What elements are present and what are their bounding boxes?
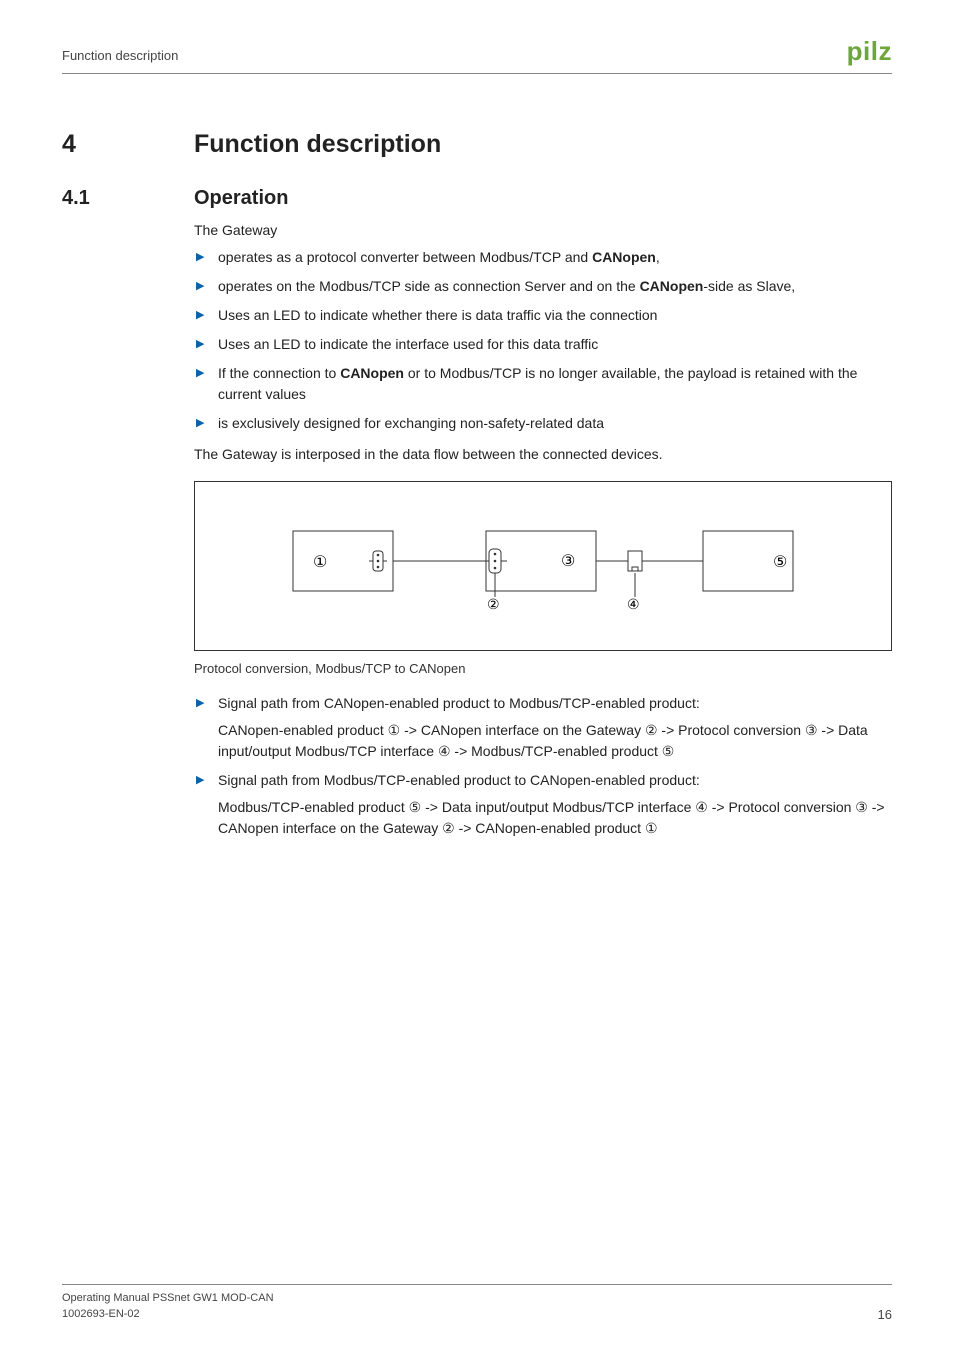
footer-doc-title: Operating Manual PSSnet GW1 MOD-CAN xyxy=(62,1291,274,1306)
list-item-body: Modbus/TCP-enabled product ⑤ -> Data inp… xyxy=(218,797,892,839)
bullet-list-b: Signal path from CANopen-enabled product… xyxy=(194,693,892,839)
diagram-svg: ① xyxy=(283,511,803,621)
list-item: operates as a protocol converter between… xyxy=(194,247,892,268)
section-heading: 4.1 Operation xyxy=(62,187,892,210)
page-footer: Operating Manual PSSnet GW1 MOD-CAN 1002… xyxy=(62,1284,892,1322)
text-span: -side as Slave, xyxy=(703,278,795,294)
section-title: Operation xyxy=(194,187,288,210)
list-item: operates on the Modbus/TCP side as conne… xyxy=(194,276,892,297)
list-item: is exclusively designed for exchanging n… xyxy=(194,413,892,434)
running-header-left: Function description xyxy=(62,48,178,63)
list-item-lead: Signal path from CANopen-enabled product… xyxy=(218,693,892,714)
running-header: Function description pilz xyxy=(62,36,892,67)
diagram-label-3: ③ xyxy=(561,553,575,570)
brand-logo: pilz xyxy=(847,36,892,67)
bold-term: CANopen xyxy=(640,278,704,294)
diagram-label-1: ① xyxy=(313,554,327,571)
body-text: The Gateway operates as a protocol conve… xyxy=(194,220,892,839)
list-item: Signal path from Modbus/TCP-enabled prod… xyxy=(194,770,892,839)
list-item: Uses an LED to indicate whether there is… xyxy=(194,305,892,326)
protocol-diagram: ① xyxy=(194,481,892,651)
chapter-title: Function description xyxy=(194,130,441,159)
diagram-label-2: ② xyxy=(487,596,500,612)
section-number: 4.1 xyxy=(62,187,194,210)
diagram-label-4: ④ xyxy=(627,596,640,612)
footer-doc-id: 1002693-EN-02 xyxy=(62,1307,274,1322)
bold-term: CANopen xyxy=(592,249,656,265)
bold-term: CANopen xyxy=(340,365,404,381)
text-span: If the connection to xyxy=(218,365,340,381)
page-number: 16 xyxy=(878,1307,892,1322)
text-span: is exclusively designed for exchanging n… xyxy=(218,415,604,431)
text-span: operates as a protocol converter between… xyxy=(218,249,592,265)
bullet-list-a: operates as a protocol converter between… xyxy=(194,247,892,434)
list-item: Uses an LED to indicate the interface us… xyxy=(194,334,892,355)
list-item-body: CANopen-enabled product ① -> CANopen int… xyxy=(218,720,892,762)
text-span: Uses an LED to indicate whether there is… xyxy=(218,307,657,323)
footer-left: Operating Manual PSSnet GW1 MOD-CAN 1002… xyxy=(62,1291,274,1322)
chapter-heading: 4 Function description xyxy=(62,130,892,159)
text-span: operates on the Modbus/TCP side as conne… xyxy=(218,278,640,294)
chapter-number: 4 xyxy=(62,130,194,159)
text-span: Uses an LED to indicate the interface us… xyxy=(218,336,598,352)
list-item: Signal path from CANopen-enabled product… xyxy=(194,693,892,762)
diagram-label-5: ⑤ xyxy=(773,554,787,571)
figure-caption: Protocol conversion, Modbus/TCP to CANop… xyxy=(194,659,892,679)
list-item: If the connection to CANopen or to Modbu… xyxy=(194,363,892,405)
page-content: 4 Function description 4.1 Operation The… xyxy=(62,74,892,1284)
intro-line: The Gateway xyxy=(194,220,892,241)
paragraph: The Gateway is interposed in the data fl… xyxy=(194,444,892,465)
list-item-lead: Signal path from Modbus/TCP-enabled prod… xyxy=(218,770,892,791)
text-span: , xyxy=(656,249,660,265)
